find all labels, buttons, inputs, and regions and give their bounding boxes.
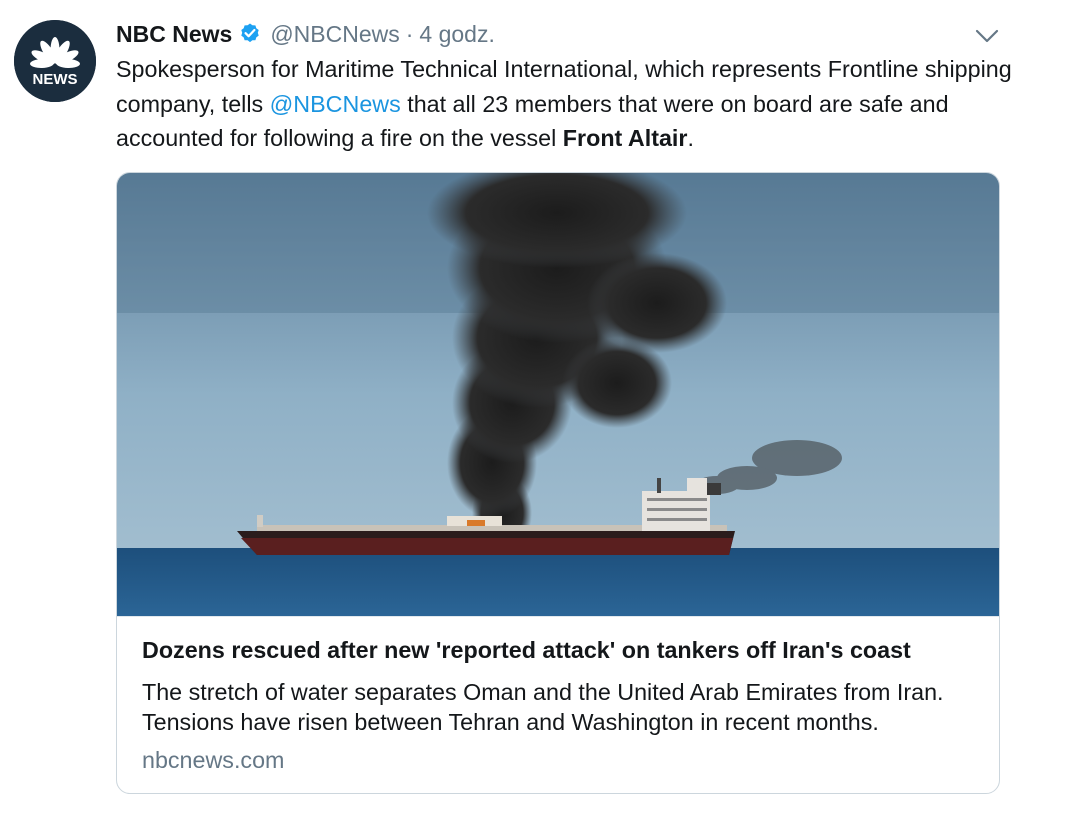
display-name[interactable]: NBC News <box>116 21 232 48</box>
card-image <box>117 173 999 616</box>
card-body: Dozens rescued after new 'reported attac… <box>117 616 999 773</box>
separator-dot: · <box>405 20 414 47</box>
tweet: NEWS NBC News @NBCNews · 4 godz. Spokesp… <box>0 0 1076 821</box>
vessel-name: Front Altair <box>562 125 688 151</box>
card-title[interactable]: Dozens rescued after new 'reported attac… <box>142 637 982 664</box>
user-handle[interactable]: @NBCNews <box>270 21 399 48</box>
verified-badge-icon <box>238 22 262 46</box>
mention-link[interactable]: @NBCNews <box>270 91 401 117</box>
avatar-label: NEWS <box>33 71 78 88</box>
nbc-peacock-logo: NEWS <box>14 20 96 102</box>
tweet-timestamp[interactable]: 4 godz. <box>419 21 494 48</box>
tweet-text: Spokesperson for Maritime Technical Inte… <box>116 52 1016 156</box>
tweet-header: NBC News @NBCNews · 4 godz. <box>116 19 495 49</box>
chevron-down-icon[interactable] <box>974 26 1000 46</box>
card-domain: nbcnews.com <box>142 747 285 773</box>
avatar[interactable]: NEWS <box>14 20 96 102</box>
link-card[interactable]: Dozens rescued after new 'reported attac… <box>116 172 1000 794</box>
tweet-text-part: . <box>687 125 694 151</box>
card-description: The stretch of water separates Oman and … <box>142 679 944 735</box>
